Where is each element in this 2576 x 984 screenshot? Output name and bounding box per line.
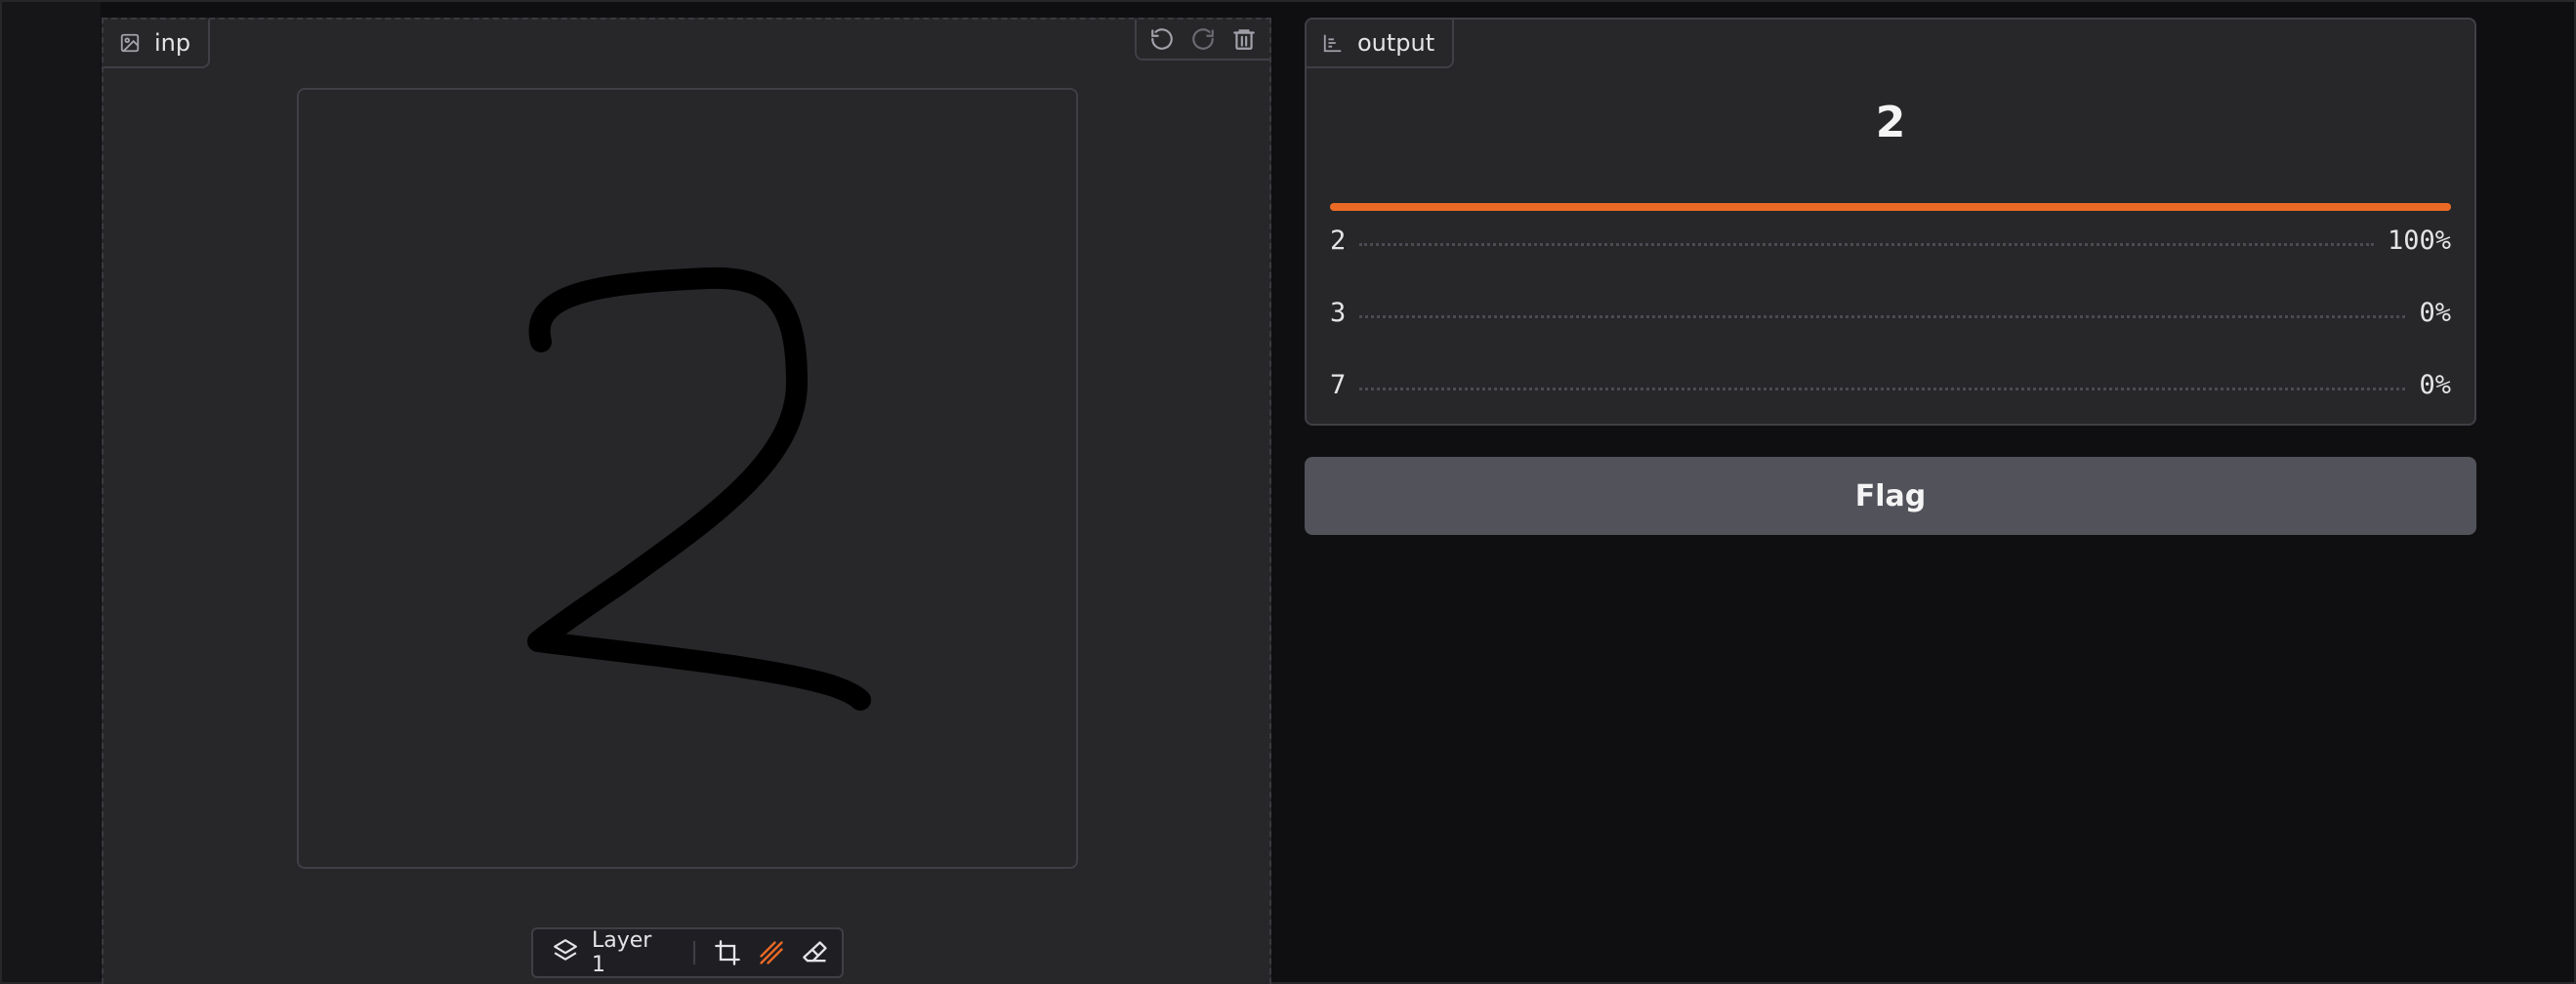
confidence-row: 3 0% — [1330, 293, 2451, 332]
trash-icon[interactable] — [1226, 21, 1262, 57]
output-panel: output 2 2 100% 3 0% 7 0% — [1305, 18, 2476, 426]
brush-icon[interactable] — [755, 935, 789, 970]
confidence-bar — [1330, 203, 2451, 211]
drawn-digit — [527, 266, 871, 711]
confidence-value: 0% — [2419, 369, 2451, 400]
input-label-tab: inp — [104, 20, 211, 68]
bar-chart-icon — [1322, 32, 1344, 54]
confidence-label: 3 — [1330, 297, 1347, 328]
confidence-row: 7 0% — [1330, 365, 2451, 404]
redo-icon[interactable] — [1185, 21, 1221, 57]
confidence-label: 2 — [1330, 225, 1347, 256]
dotted-leader — [1359, 387, 2406, 390]
layer-selector[interactable]: Layer 1 — [543, 928, 678, 977]
dotted-leader — [1359, 242, 2374, 246]
dotted-leader — [1359, 314, 2406, 318]
confidence-label: 7 — [1330, 369, 1347, 400]
confidence-value: 0% — [2419, 297, 2451, 328]
input-panel: inp Layer 1 — [102, 18, 1271, 984]
canvas-toolbar: Layer 1 — [531, 927, 844, 978]
image-icon — [119, 32, 141, 54]
layers-icon — [553, 938, 578, 967]
toolbar-divider — [692, 941, 695, 964]
input-label: inp — [154, 29, 191, 57]
flag-button[interactable]: Flag — [1305, 457, 2476, 535]
predicted-label: 2 — [1875, 98, 1906, 147]
layer-label: Layer 1 — [592, 928, 652, 977]
confidence-bar-fill — [1330, 203, 2451, 211]
confidence-row: 2 100% — [1330, 221, 2451, 260]
canvas-tools — [1135, 20, 1269, 61]
crop-icon[interactable] — [711, 935, 745, 970]
undo-icon[interactable] — [1144, 21, 1180, 57]
eraser-icon[interactable] — [798, 935, 832, 970]
output-label-tab: output — [1307, 20, 1455, 68]
left-gutter — [2, 2, 101, 982]
confidence-value: 100% — [2387, 225, 2451, 256]
output-label: output — [1357, 29, 1435, 57]
sketch-canvas[interactable] — [297, 88, 1078, 869]
